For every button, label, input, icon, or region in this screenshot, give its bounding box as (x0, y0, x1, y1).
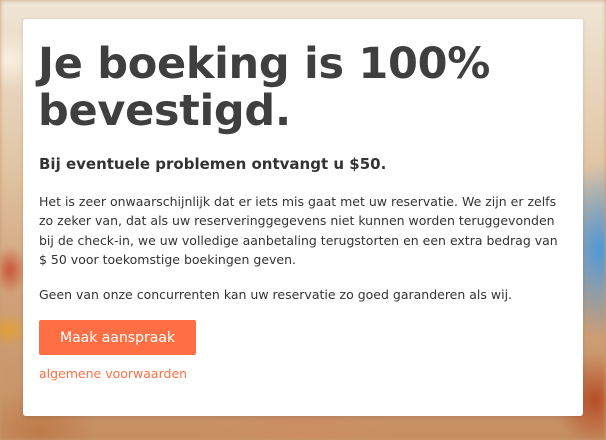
guarantee-subheading: Bij eventuele problemen ontvangt u $50. (39, 155, 387, 173)
terms-link[interactable]: algemene voorwaarden (39, 366, 187, 381)
page-title: Je boeking is 100% bevestigd. (38, 39, 491, 136)
guarantee-description: Het is zeer onwaarschijnlijk dat er iets… (39, 194, 558, 267)
guarantee-card: Je boeking is 100% bevestigd. Bij eventu… (23, 19, 583, 416)
claim-button[interactable]: Maak aanspraak (39, 320, 196, 355)
competitor-statement: Geen van onze concurrenten kan uw reserv… (39, 287, 513, 302)
page: Je boeking is 100% bevestigd. Bij eventu… (0, 0, 606, 440)
